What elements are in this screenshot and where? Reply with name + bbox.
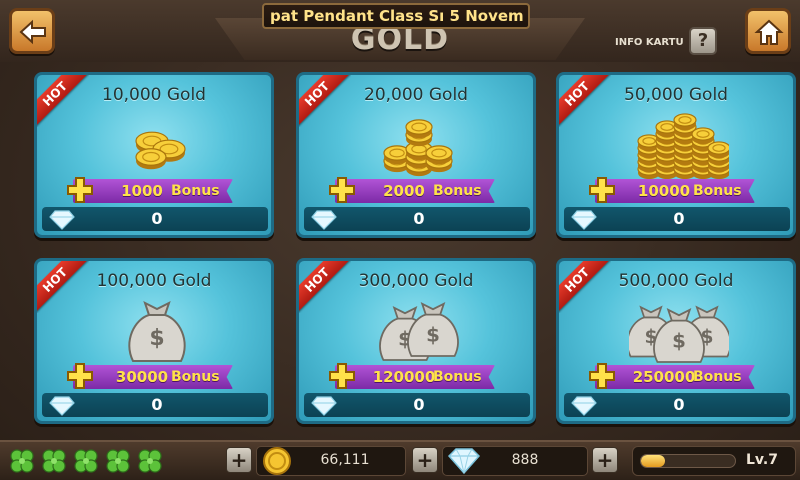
gold-pack-card[interactable]: HOT 20,000 Gold 2000 Bonus 0 — [296, 72, 536, 238]
three-money-bags-icon: $ $ $ — [629, 305, 729, 363]
diamond-icon — [571, 396, 597, 416]
gold-pack-card[interactable]: HOT 500,000 Gold $ $ $ 250000 Bonus 0 — [556, 258, 796, 424]
price-amount: 0 — [673, 395, 685, 414]
bonus-label: Bonus — [433, 369, 482, 385]
pack-title: 300,000 Gold — [358, 271, 474, 291]
diamond-icon — [311, 210, 337, 230]
plus-icon — [589, 363, 615, 389]
price-amount: 0 — [151, 209, 163, 228]
clover-icon — [106, 449, 130, 473]
diamond-icon — [447, 448, 481, 475]
diamond-icon — [311, 396, 337, 416]
price-amount: 0 — [413, 395, 425, 414]
coin-stack-icon — [383, 119, 453, 177]
price-amount: 0 — [151, 395, 163, 414]
pack-title: 50,000 Gold — [624, 85, 728, 105]
gold-coin-icon — [263, 447, 291, 475]
svg-text:$: $ — [149, 326, 164, 351]
bonus-label: Bonus — [171, 369, 220, 385]
bonus-amount: 10000 — [637, 182, 691, 200]
clover-icon — [74, 449, 98, 473]
bonus-label: Bonus — [171, 183, 220, 199]
bonus-label: Bonus — [433, 183, 482, 199]
svg-text:$: $ — [426, 324, 440, 347]
two-money-bags-icon: $ $ — [379, 302, 459, 361]
level-label: Lv.7 — [746, 452, 778, 468]
pack-title: 10,000 Gold — [102, 85, 206, 105]
diamond-icon — [571, 210, 597, 230]
gold-pack-card[interactable]: HOT 10,000 Gold 1000 Bonus 0 — [34, 72, 274, 238]
small-coin-pile-icon — [135, 131, 186, 170]
plus-icon — [589, 177, 615, 203]
price-amount: 0 — [413, 209, 425, 228]
bonus-amount: 2000 — [383, 182, 425, 200]
bonus-amount: 250000 — [632, 368, 696, 386]
plus-icon — [329, 177, 355, 203]
add-gold-button[interactable]: + — [226, 447, 252, 473]
gold-pack-card[interactable]: HOT 100,000 Gold $ 30000 Bonus 0 — [34, 258, 274, 424]
add-gem-button[interactable]: + — [412, 447, 438, 473]
gold-amount: 66,111 — [320, 452, 370, 468]
bonus-label: Bonus — [693, 369, 742, 385]
bonus-label: Bonus — [693, 183, 742, 199]
money-bag-icon: $ — [128, 301, 186, 362]
clover-icon — [10, 449, 34, 473]
clover-lives — [4, 445, 176, 477]
large-coin-stack-icon — [637, 113, 729, 179]
plus-icon — [67, 363, 93, 389]
gold-pack-grid: HOT 10,000 Gold 1000 Bonus 0 HOT 20,000 … — [0, 0, 800, 480]
pack-title: 500,000 Gold — [618, 271, 734, 291]
plus-icon — [67, 177, 93, 203]
pack-title: 100,000 Gold — [96, 271, 212, 291]
svg-text:$: $ — [672, 330, 686, 353]
xp-fill — [641, 455, 665, 467]
bonus-amount: 120000 — [372, 368, 436, 386]
add-energy-button[interactable]: + — [592, 447, 618, 473]
diamond-icon — [49, 396, 75, 416]
clover-icon — [42, 449, 66, 473]
gem-amount: 888 — [511, 452, 539, 468]
gold-pack-card[interactable]: HOT 300,000 Gold $ $ 120000 Bonus 0 — [296, 258, 536, 424]
bonus-amount: 30000 — [115, 368, 169, 386]
gold-pack-card[interactable]: HOT 50,000 Gold 10000 Bonus 0 — [556, 72, 796, 238]
bonus-amount: 1000 — [121, 182, 163, 200]
diamond-icon — [49, 210, 75, 230]
plus-icon — [329, 363, 355, 389]
clover-icon — [138, 449, 162, 473]
price-amount: 0 — [673, 209, 685, 228]
xp-bar — [640, 454, 736, 468]
pack-title: 20,000 Gold — [364, 85, 468, 105]
